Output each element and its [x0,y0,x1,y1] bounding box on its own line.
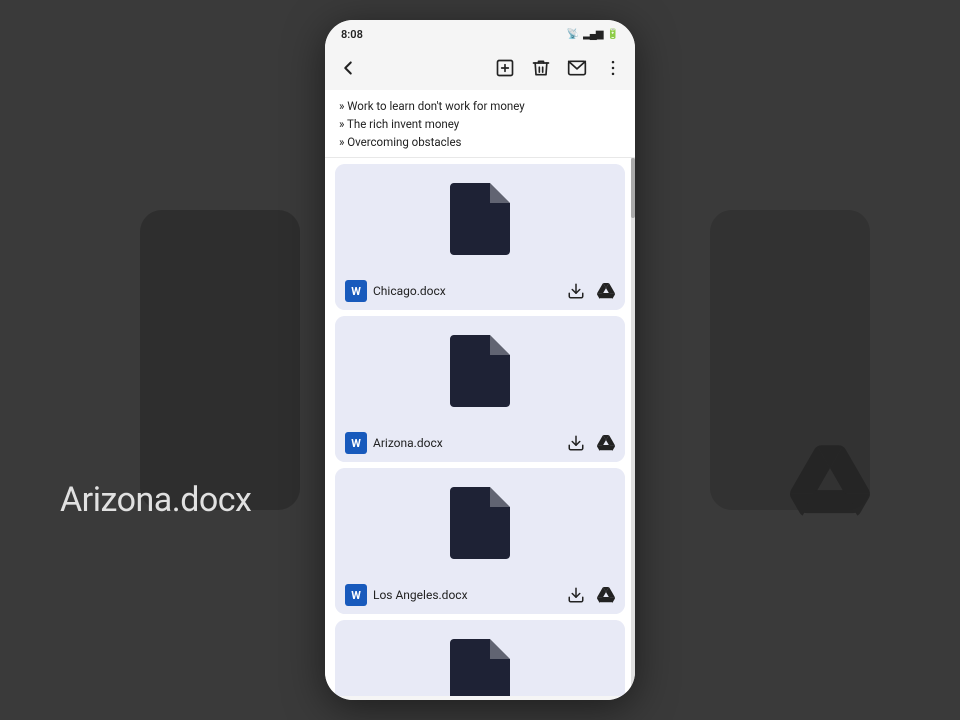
signal-icon: ▂▄▆ [583,29,602,40]
file-name-arizona: Arizona.docx [373,436,443,450]
doc-icon-arizona [450,335,510,407]
delete-button[interactable] [531,58,551,78]
file-info-arizona: W Arizona.docx [345,432,443,454]
download-button-chicago[interactable] [567,282,585,300]
bg-drive-icon [790,441,870,525]
doc-icon-nyc [450,639,510,696]
file-card-losangeles: W Los Angeles.docx [335,468,625,614]
word-badge-arizona: W [345,432,367,454]
status-time: 8:08 [341,28,363,41]
file-name-chicago: Chicago.docx [373,284,446,298]
scrollbar [631,158,635,696]
status-bar: 8:08 📡 ▂▄▆ 🔋 [325,20,635,46]
file-card-chicago: W Chicago.docx [335,164,625,310]
action-bar-right [495,58,623,78]
file-footer-losangeles: W Los Angeles.docx [335,578,625,614]
file-name-losangeles: Los Angeles.docx [373,588,468,602]
back-button[interactable] [337,57,359,79]
bullet-item-1: » Work to learn don't work for money [339,98,621,116]
file-card-arizona: W Arizona.docx [335,316,625,462]
status-icons: 📡 ▂▄▆ 🔋 [567,29,619,40]
action-bar-left [337,57,359,79]
file-card-nyc: W NYC.docx [335,620,625,696]
download-button-losangeles[interactable] [567,586,585,604]
file-actions-chicago [567,282,615,300]
action-bar [325,46,635,90]
bullet-item-3: » Overcoming obstacles [339,134,621,152]
file-footer-arizona: W Arizona.docx [335,426,625,462]
drive-button-chicago[interactable] [597,282,615,300]
more-options-button[interactable] [603,58,623,78]
doc-icon-losangeles [450,487,510,559]
file-info-chicago: W Chicago.docx [345,280,446,302]
cast-icon: 📡 [567,29,579,40]
file-preview-arizona [335,316,625,426]
scrollbar-thumb [631,158,635,218]
bullet-item-2: » The rich invent money [339,116,621,134]
email-button[interactable] [567,58,587,78]
bottom-bar [325,696,635,700]
bg-filename-text: Arizona.docx [60,480,251,520]
word-badge-losangeles: W [345,584,367,606]
file-preview-losangeles [335,468,625,578]
file-preview-nyc [335,620,625,696]
drive-button-losangeles[interactable] [597,586,615,604]
download-add-button[interactable] [495,58,515,78]
battery-icon: 🔋 [607,29,619,40]
download-button-arizona[interactable] [567,434,585,452]
file-footer-chicago: W Chicago.docx [335,274,625,310]
file-actions-losangeles [567,586,615,604]
file-actions-arizona [567,434,615,452]
doc-icon-chicago [450,183,510,255]
drive-button-arizona[interactable] [597,434,615,452]
file-info-losangeles: W Los Angeles.docx [345,584,468,606]
word-badge-chicago: W [345,280,367,302]
file-list[interactable]: W Chicago.docx [325,158,635,696]
phone-frame: 8:08 📡 ▂▄▆ 🔋 [325,20,635,700]
bullet-section: » Work to learn don't work for money » T… [325,90,635,158]
file-preview-chicago [335,164,625,274]
